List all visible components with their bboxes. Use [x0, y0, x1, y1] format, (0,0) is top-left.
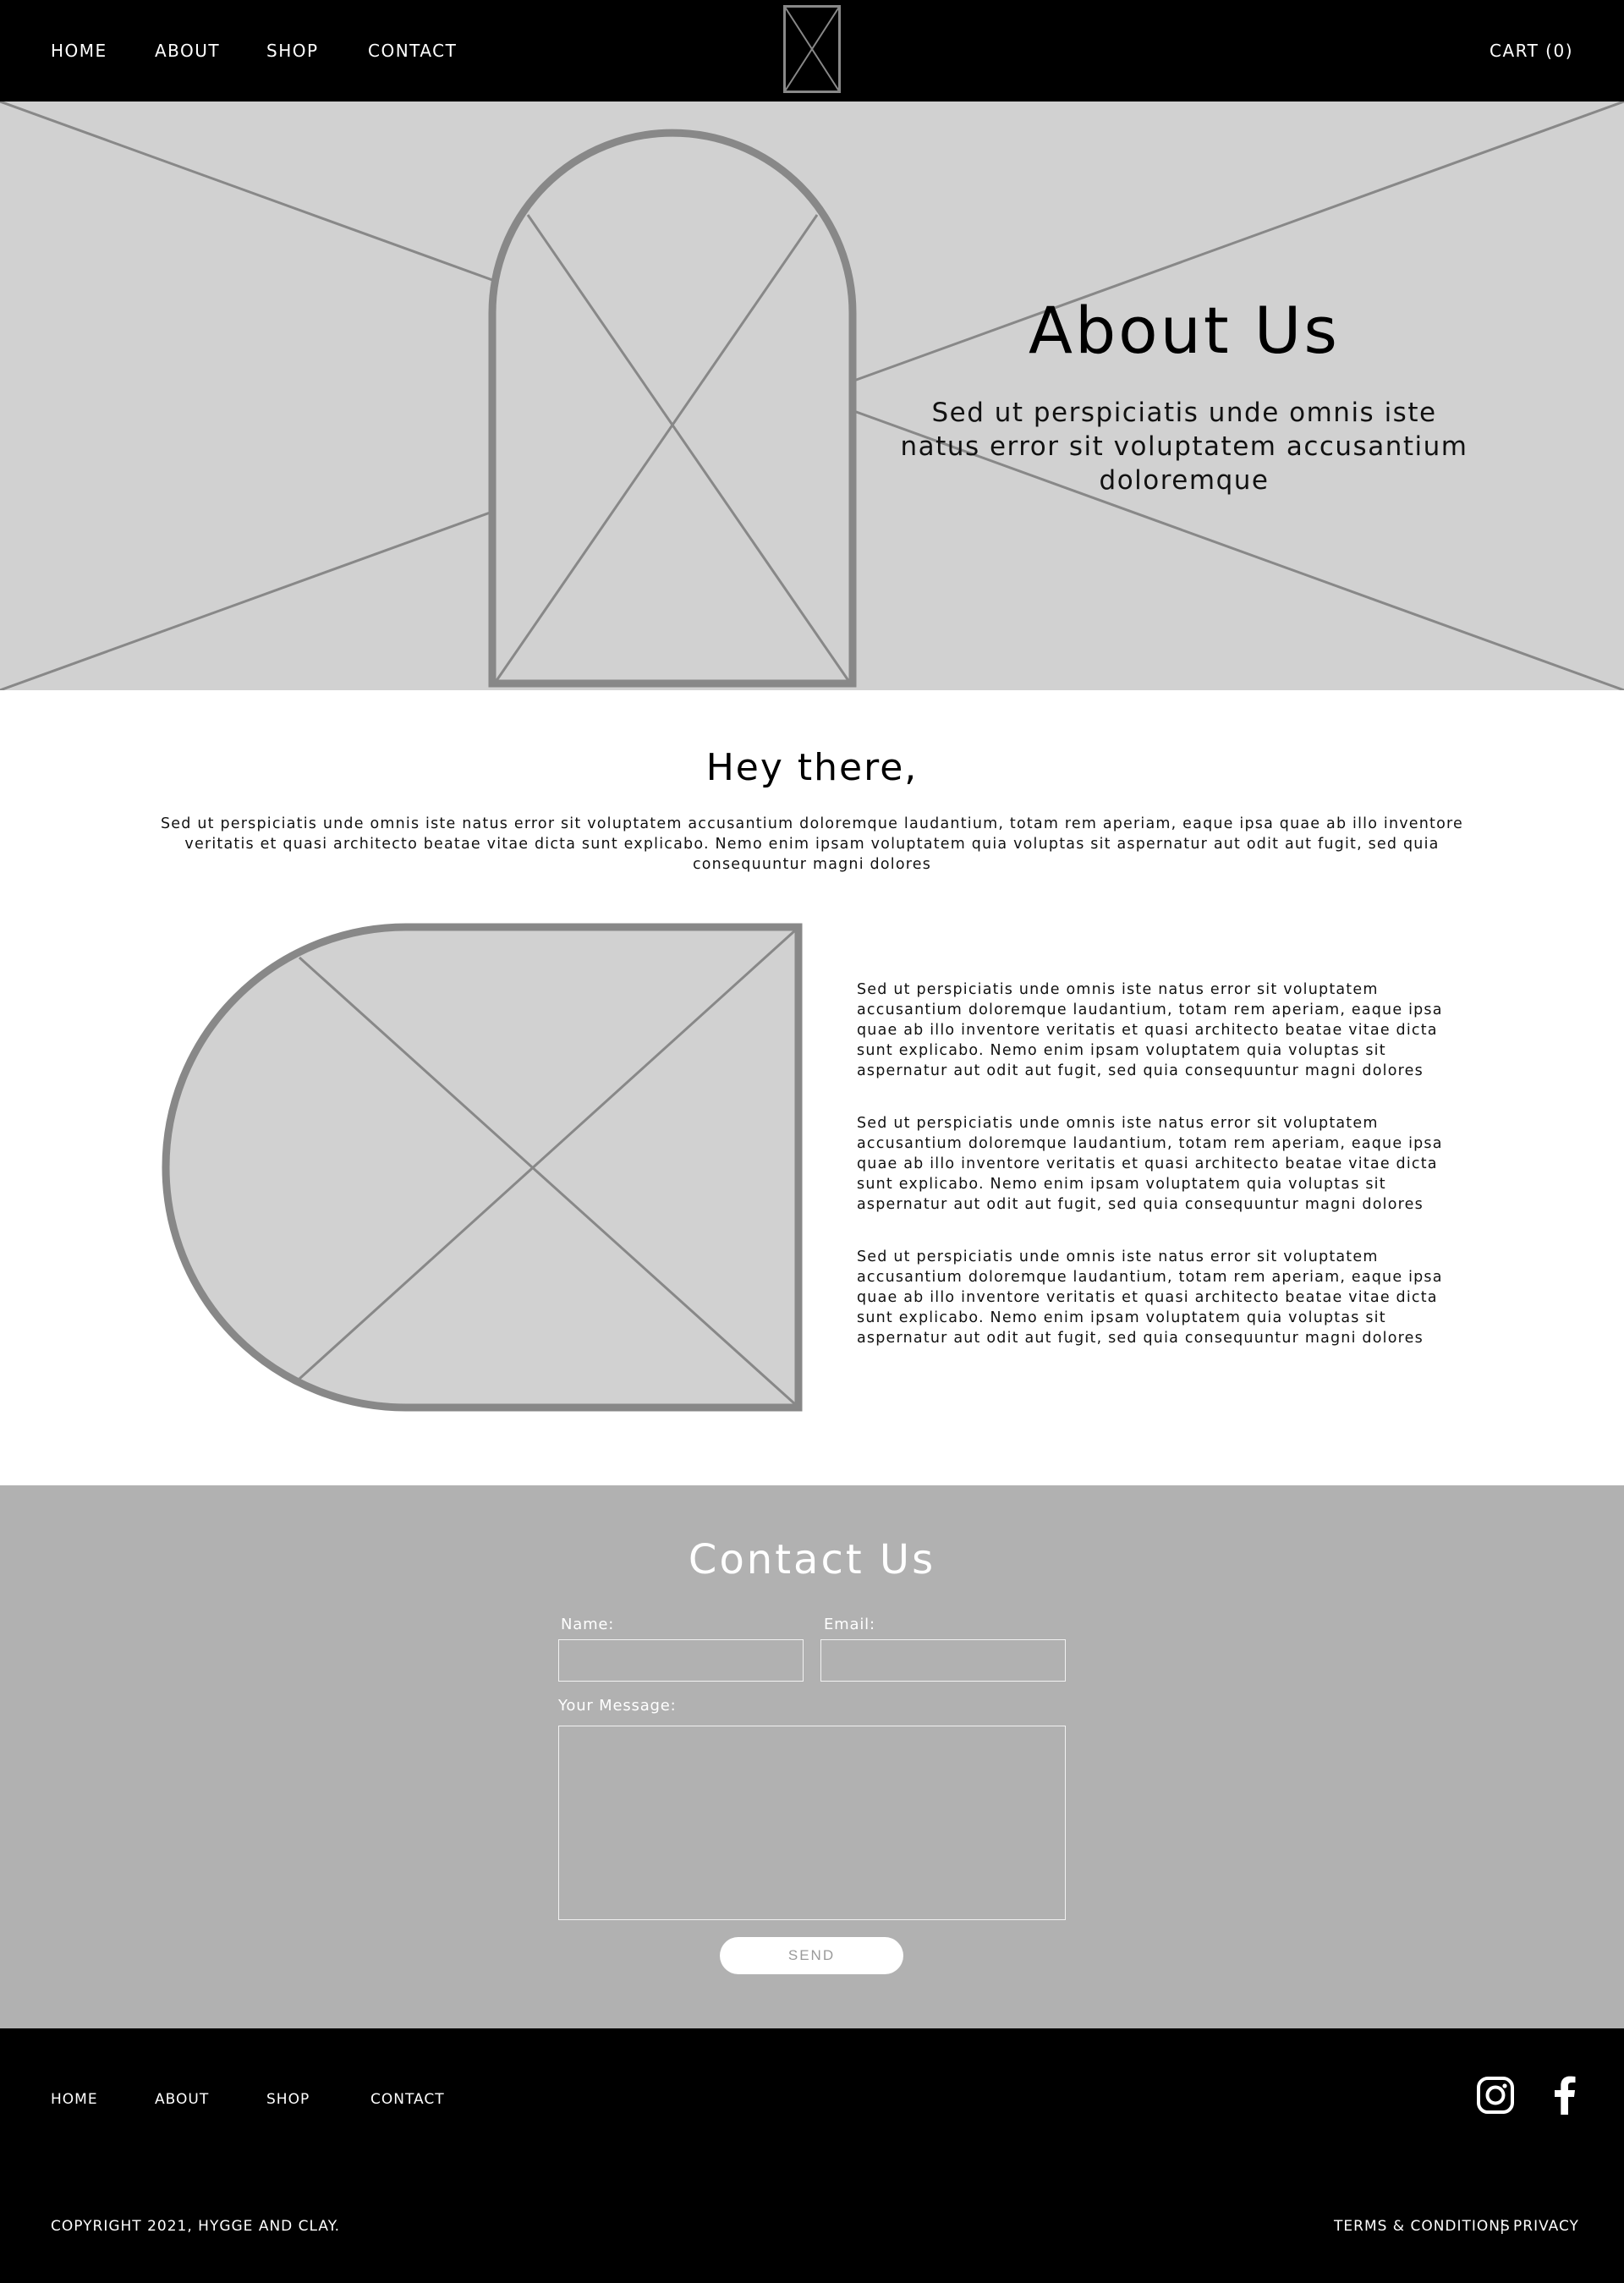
privacy-link[interactable]: PRIVACY [1513, 2216, 1579, 2236]
intro-heading: Hey there, [705, 746, 919, 789]
send-button[interactable]: SEND [720, 1937, 903, 1974]
name-field[interactable] [558, 1639, 804, 1682]
logo-placeholder[interactable] [783, 5, 841, 93]
terms-link[interactable]: TERMS & CONDITIONS [1334, 2216, 1511, 2236]
nav-shop[interactable]: SHOP [266, 39, 319, 63]
feature-paragraph: Sed ut perspiciatis unde omnis iste natu… [857, 1249, 1443, 1347]
nav-about[interactable]: ABOUT [155, 39, 220, 63]
arch-image-placeholder [488, 129, 857, 688]
footer-nav-about[interactable]: ABOUT [155, 2089, 209, 2110]
legal-separator: | [1500, 2218, 1506, 2235]
page-title: About Us [1028, 293, 1341, 368]
footer-nav-shop[interactable]: SHOP [266, 2089, 310, 2110]
site-footer: HOME ABOUT SHOP CONTACT COPYRIGHT 2021, … [0, 2028, 1624, 2283]
nav-contact[interactable]: CONTACT [368, 39, 457, 63]
hero-banner: About Us Sed ut perspiciatis unde omnis … [0, 102, 1624, 690]
nav-home[interactable]: HOME [51, 39, 107, 63]
feature-paragraph: Sed ut perspiciatis unde omnis iste natu… [857, 981, 1443, 1079]
email-field[interactable] [820, 1639, 1066, 1682]
contact-title: Contact Us [688, 1536, 936, 1583]
footer-nav-home[interactable]: HOME [51, 2089, 98, 2110]
hero-subtitle: Sed ut perspiciatis unde omnis iste natu… [900, 398, 1468, 496]
email-label: Email: [824, 1616, 875, 1633]
intro-text: Sed ut perspiciatis unde omnis iste natu… [161, 815, 1463, 873]
contact-section: Contact Us Name: Email: Your Message: SE… [0, 1485, 1624, 2028]
facebook-icon[interactable] [1553, 2076, 1577, 2115]
site-header: HOME ABOUT SHOP CONTACT CART (0) [0, 0, 1624, 102]
instagram-icon[interactable] [1476, 2076, 1515, 2115]
cart-link[interactable]: CART (0) [1490, 39, 1573, 63]
feature-text: Sed ut perspiciatis unde omnis iste natu… [857, 980, 1466, 1380]
footer-nav-contact[interactable]: CONTACT [370, 2089, 445, 2110]
message-field[interactable] [558, 1726, 1066, 1920]
feature-paragraph: Sed ut perspiciatis unde omnis iste natu… [857, 1115, 1443, 1213]
message-label: Your Message: [558, 1697, 677, 1715]
copyright-text: COPYRIGHT 2021, HYGGE AND CLAY. [51, 2218, 341, 2235]
name-label: Name: [561, 1616, 615, 1633]
feature-image-placeholder [162, 923, 803, 1412]
